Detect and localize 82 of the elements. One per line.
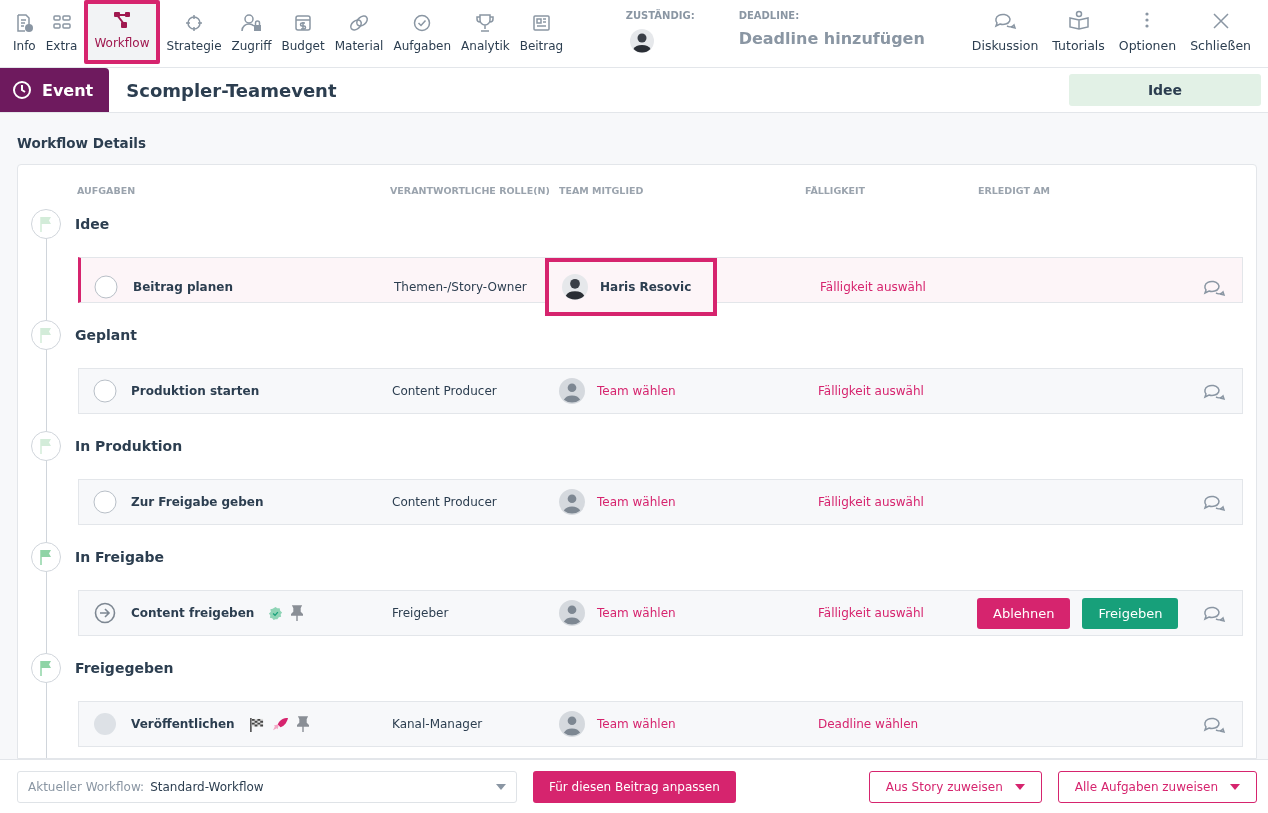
nav-tab[interactable]: Workflow: [84, 0, 160, 64]
stage-title: Geplant: [75, 327, 137, 343]
book-icon: [1067, 10, 1090, 30]
task-name: Zur Freigabe geben: [131, 495, 264, 509]
assignee-label: ZUSTÄNDIG:: [625, 10, 695, 21]
role-text: Content Producer: [392, 384, 498, 398]
status-circle-icon[interactable]: [93, 490, 117, 514]
page-title: Scompler-Teamevent: [126, 79, 337, 101]
link-icon: [348, 13, 371, 33]
workflow-select[interactable]: Aktueller Workflow: Standard-Workflow: [17, 770, 517, 803]
due-date-picker[interactable]: Fälligkeit auswähl: [818, 384, 977, 398]
column-header: TEAM MITGLIED: [559, 185, 645, 196]
nav-tab[interactable]: Strategie: [161, 0, 227, 67]
document-info-icon: [14, 13, 35, 33]
assign-all-button[interactable]: Alle Aufgaben zuweisen: [1057, 770, 1257, 803]
role-text: Themen-/Story-Owner: [394, 280, 528, 294]
due-date-picker[interactable]: Fälligkeit auswähl: [818, 495, 977, 509]
user-lock-icon: [240, 13, 263, 33]
user-placeholder-icon: [559, 378, 585, 404]
team-picker[interactable]: Team wählen: [559, 369, 676, 413]
stage-title: In Freigabe: [75, 549, 164, 565]
status-disc-icon: [93, 712, 117, 736]
clock-icon: [12, 80, 32, 100]
avatar-icon: [562, 274, 588, 300]
column-header: VERANTWORTLICHE ROLLE(N): [390, 185, 551, 196]
close-icon: [1211, 12, 1230, 30]
role-text: Freigeber: [392, 606, 450, 620]
role-text: Kanal-Manager: [392, 717, 484, 731]
stage-title: In Produktion: [75, 438, 183, 454]
nav-tab[interactable]: Budget: [276, 0, 330, 67]
nav-tab[interactable]: Beitrag: [514, 0, 569, 67]
nav-tab[interactable]: Zugriff: [226, 0, 277, 67]
content-type-label: Event: [42, 80, 94, 100]
status-button[interactable]: Idee: [1069, 74, 1261, 106]
check-circle-icon: [412, 13, 433, 33]
team-picker[interactable]: Team wählen: [559, 480, 676, 524]
avatar-icon: [629, 29, 654, 53]
deadline-label: DEADLINE:: [738, 10, 801, 21]
assign-from-story-button[interactable]: Aus Story zuweisen: [868, 770, 1042, 803]
crosshair-icon: [184, 13, 205, 33]
section-title: Workflow Details: [17, 135, 147, 151]
newspaper-icon: [531, 13, 552, 33]
reject-button[interactable]: Ablehnen: [977, 597, 1071, 629]
trophy-icon: [475, 13, 496, 33]
toolbar-button[interactable]: Optionen: [1111, 0, 1184, 67]
money-box-icon: [293, 13, 314, 33]
task-name: Veröffentlichen: [131, 717, 235, 731]
task-name: Content freigeben: [131, 606, 255, 620]
nav-tab[interactable]: Info: [8, 0, 41, 67]
toolbar-button[interactable]: Diskussion: [964, 0, 1046, 67]
team-member-cell[interactable]: Haris Resovic: [545, 258, 718, 316]
nav-tab[interactable]: Extra: [40, 0, 83, 67]
due-date-picker[interactable]: Fälligkeit auswähl: [818, 606, 977, 620]
due-date-picker[interactable]: Deadline wählen: [818, 717, 977, 731]
customize-button[interactable]: Für diesen Beitrag anpassen: [533, 770, 736, 803]
user-placeholder-icon: [559, 489, 585, 515]
stage-title: Freigegeben: [75, 660, 174, 676]
status-circle-icon[interactable]: [93, 379, 117, 403]
caret-icon: [496, 783, 506, 790]
workflow-icon: [111, 10, 132, 30]
status-circle-icon[interactable]: [94, 275, 118, 299]
column-header: FÄLLIGKEIT: [805, 185, 867, 196]
team-picker[interactable]: Team wählen: [559, 591, 676, 635]
due-date-picker[interactable]: Fälligkeit auswähl: [820, 280, 979, 294]
nav-tab[interactable]: Material: [329, 0, 389, 67]
caret-icon: [1014, 783, 1025, 790]
toolbar-button[interactable]: Schließen: [1183, 0, 1258, 67]
toolbar-button[interactable]: Tutorials: [1045, 0, 1112, 67]
task-name: Beitrag planen: [133, 280, 233, 294]
caret-icon: [1230, 783, 1240, 790]
nav-tab[interactable]: Analytik: [456, 0, 515, 67]
user-placeholder-icon: [559, 600, 585, 626]
nav-tab[interactable]: Aufgaben: [388, 0, 457, 67]
task-name: Produktion starten: [131, 384, 260, 398]
stage-title: Idee: [75, 216, 110, 232]
column-header: ERLEDIGT AM: [978, 185, 1051, 196]
user-placeholder-icon: [559, 711, 585, 737]
column-header: AUFGABEN: [77, 185, 137, 196]
team-picker[interactable]: Team wählen: [559, 702, 676, 746]
more-vertical-icon: [1144, 10, 1151, 30]
role-text: Content Producer: [392, 495, 498, 509]
arrow-circle-icon[interactable]: [94, 602, 116, 624]
